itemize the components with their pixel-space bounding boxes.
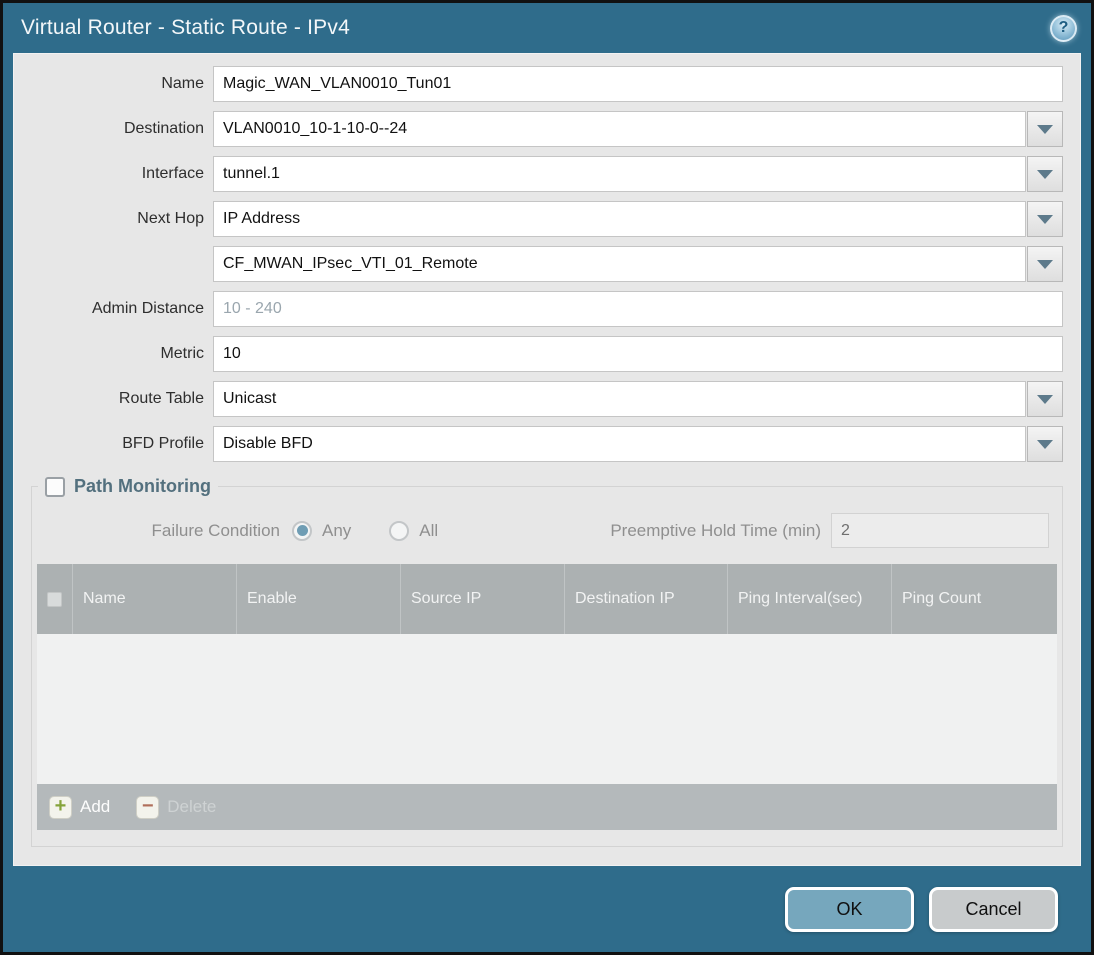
- path-monitoring-legend: Path Monitoring: [38, 476, 218, 497]
- failure-condition-row: Failure Condition Any All Preemptive Hol…: [37, 513, 1049, 548]
- next-hop-type-dropdown[interactable]: IP Address: [213, 201, 1026, 237]
- preemptive-hold-time-input[interactable]: [831, 513, 1049, 548]
- bfd-profile-label: BFD Profile: [122, 435, 204, 452]
- field-row-admin-distance: Admin Distance: [14, 291, 1080, 327]
- field-row-name: Name: [14, 66, 1080, 102]
- admin-distance-input[interactable]: [213, 291, 1063, 327]
- table-header-ping-interval[interactable]: Ping Interval(sec): [728, 564, 892, 634]
- radio-unselected-icon: [389, 520, 410, 541]
- interface-dropdown-button[interactable]: [1027, 156, 1063, 192]
- chevron-down-icon: [1037, 259, 1053, 269]
- table-header-row: Name Enable Source IP Destination IP Pin…: [37, 564, 1057, 634]
- delete-button-label: Delete: [167, 797, 217, 816]
- table-header-name[interactable]: Name: [73, 564, 237, 634]
- route-table-label: Route Table: [118, 390, 204, 407]
- table-toolbar: + Add − Delete: [37, 784, 1057, 830]
- destination-dropdown[interactable]: VLAN0010_10-1-10-0--24: [213, 111, 1026, 147]
- failure-condition-label: Failure Condition: [151, 520, 280, 540]
- table-header-checkbox-cell: [37, 564, 73, 634]
- next-hop-address-dropdown-button[interactable]: [1027, 246, 1063, 282]
- field-row-interface: Interface tunnel.1: [14, 156, 1080, 192]
- path-monitoring-table: Name Enable Source IP Destination IP Pin…: [37, 564, 1057, 830]
- table-header-source-ip[interactable]: Source IP: [401, 564, 565, 634]
- dialog-title: Virtual Router - Static Route - IPv4: [21, 16, 350, 39]
- dialog-content: Name Destination VLAN0010_10-1-10-0--24 …: [13, 53, 1081, 866]
- plus-icon: +: [49, 795, 72, 819]
- next-hop-label: Next Hop: [137, 210, 204, 227]
- destination-dropdown-button[interactable]: [1027, 111, 1063, 147]
- route-table-dropdown[interactable]: Unicast: [213, 381, 1026, 417]
- table-header-destination-ip[interactable]: Destination IP: [565, 564, 728, 634]
- interface-dropdown[interactable]: tunnel.1: [213, 156, 1026, 192]
- route-table-dropdown-button[interactable]: [1027, 381, 1063, 417]
- metric-label: Metric: [160, 345, 204, 362]
- name-input[interactable]: [213, 66, 1063, 102]
- table-header-ping-count[interactable]: Ping Count: [892, 564, 1057, 634]
- field-row-metric: Metric: [14, 336, 1080, 372]
- radio-selected-icon: [292, 520, 312, 541]
- table-body-empty: [37, 634, 1057, 784]
- dialog-window: Virtual Router - Static Route - IPv4 ? N…: [0, 0, 1094, 955]
- chevron-down-icon: [1037, 214, 1053, 224]
- radio-all-label: All: [419, 520, 439, 540]
- next-hop-type-dropdown-button[interactable]: [1027, 201, 1063, 237]
- chevron-down-icon: [1037, 394, 1053, 404]
- chevron-down-icon: [1037, 439, 1053, 449]
- field-row-next-hop-address: CF_MWAN_IPsec_VTI_01_Remote: [14, 246, 1080, 282]
- select-all-checkbox[interactable]: [47, 591, 62, 607]
- destination-label: Destination: [123, 120, 204, 137]
- preemptive-hold-time-label: Preemptive Hold Time (min): [610, 520, 821, 540]
- title-bar: Virtual Router - Static Route - IPv4 ?: [3, 3, 1091, 53]
- field-row-destination: Destination VLAN0010_10-1-10-0--24: [14, 111, 1080, 147]
- path-monitoring-checkbox[interactable]: [45, 476, 65, 497]
- interface-label: Interface: [141, 165, 204, 182]
- add-button[interactable]: + Add: [49, 795, 111, 819]
- metric-input[interactable]: [213, 336, 1063, 372]
- admin-distance-label: Admin Distance: [91, 300, 204, 317]
- radio-any-label: Any: [322, 520, 352, 540]
- chevron-down-icon: [1037, 124, 1053, 134]
- field-row-route-table: Route Table Unicast: [14, 381, 1080, 417]
- name-label: Name: [161, 75, 204, 92]
- field-row-next-hop: Next Hop IP Address: [14, 201, 1080, 237]
- path-monitoring-title: Path Monitoring: [74, 476, 211, 496]
- ok-button[interactable]: OK: [785, 886, 914, 932]
- minus-icon: −: [136, 795, 160, 819]
- dialog-footer: OK Cancel: [3, 866, 1091, 952]
- delete-button[interactable]: − Delete: [136, 795, 217, 819]
- path-monitoring-section: Path Monitoring Failure Condition Any Al…: [31, 476, 1063, 847]
- failure-condition-any-radio[interactable]: Any: [292, 520, 352, 541]
- add-button-label: Add: [80, 797, 111, 816]
- bfd-profile-dropdown-button[interactable]: [1027, 426, 1063, 462]
- table-header-enable[interactable]: Enable: [237, 564, 401, 634]
- help-icon[interactable]: ?: [1050, 14, 1077, 42]
- bfd-profile-dropdown[interactable]: Disable BFD: [213, 426, 1026, 462]
- chevron-down-icon: [1037, 169, 1053, 179]
- field-row-bfd-profile: BFD Profile Disable BFD: [14, 426, 1080, 462]
- failure-condition-all-radio[interactable]: All: [389, 520, 439, 541]
- cancel-button[interactable]: Cancel: [929, 886, 1058, 932]
- next-hop-address-dropdown[interactable]: CF_MWAN_IPsec_VTI_01_Remote: [213, 246, 1026, 282]
